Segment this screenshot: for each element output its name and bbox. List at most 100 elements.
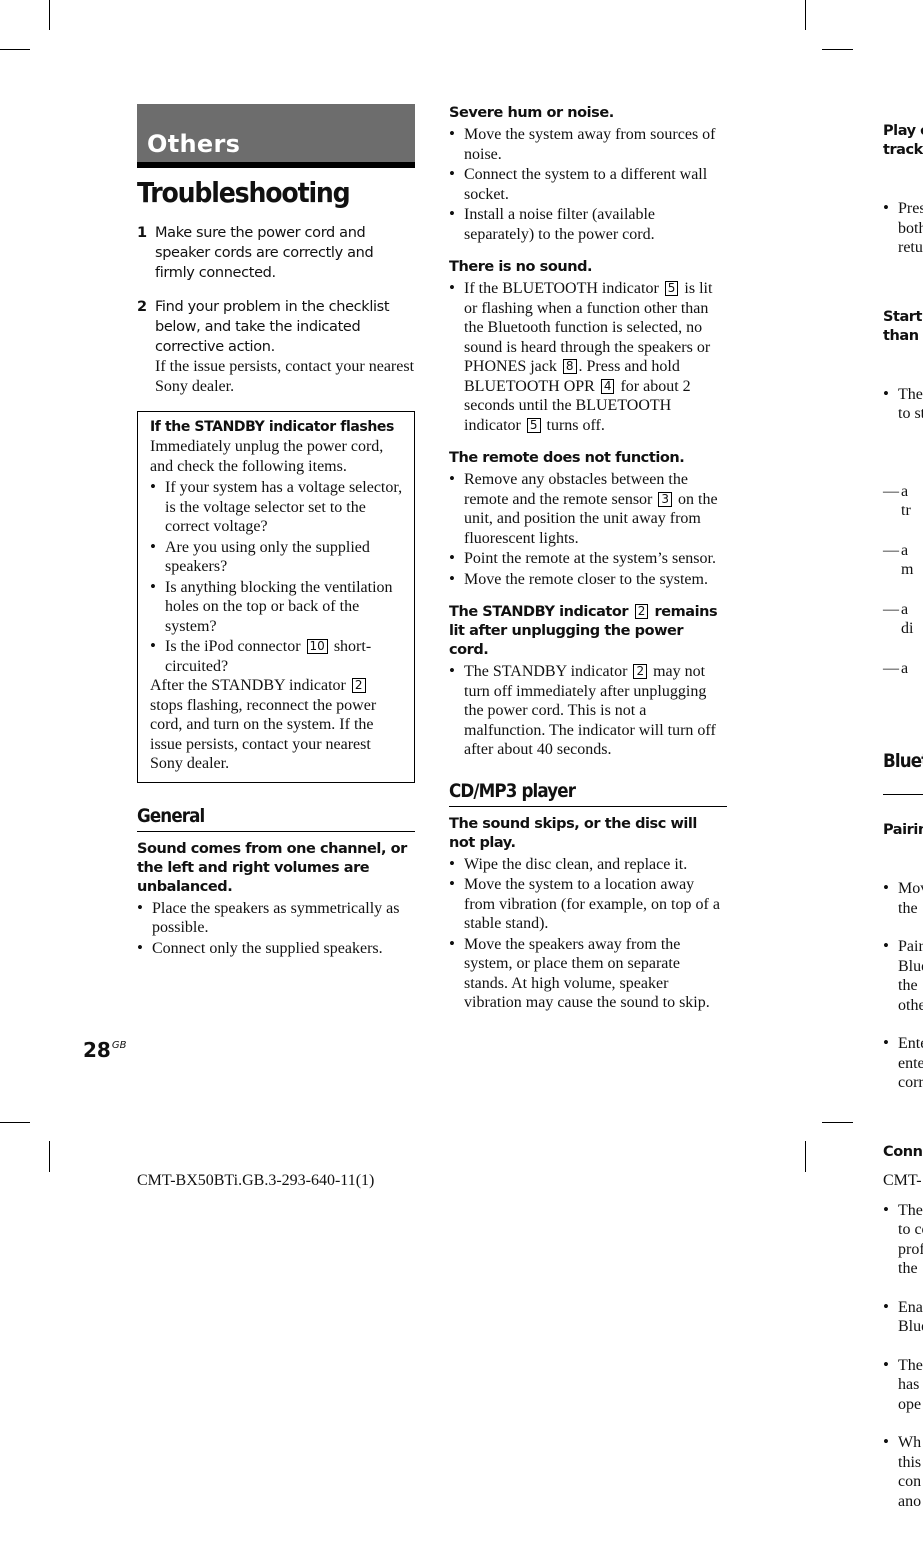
list-item: Install a noise filter (available separa… xyxy=(449,204,727,244)
reference-number: 5 xyxy=(664,281,679,296)
problem-heading: Play c track. xyxy=(883,123,923,158)
section-heading-general: General xyxy=(137,804,205,827)
page-number-value: 28 xyxy=(83,1038,111,1062)
item-text: Is the iPod connector xyxy=(165,638,305,655)
text: After the STANDBY indicator xyxy=(150,677,350,694)
solution-list: The STANDBY indicator 2 may not turn off… xyxy=(449,661,727,760)
text: If the BLUETOOTH indicator xyxy=(464,280,663,297)
step-text: Make sure the power cord and speaker cor… xyxy=(155,225,374,281)
document-code-next-page: CMT- xyxy=(883,1172,922,1189)
crop-mark xyxy=(49,0,50,30)
list-item: The to st xyxy=(883,384,923,424)
reference-number: 2 xyxy=(633,664,648,679)
problem-heading: The STANDBY indicator 2 remains lit afte… xyxy=(449,603,727,660)
step-note: If the issue persists, contact your near… xyxy=(155,358,415,395)
crop-mark xyxy=(822,49,853,50)
list-item: Pair Blue the othe xyxy=(883,936,923,1015)
document-code: CMT-BX50BTi.GB.3-293-640-11(1) xyxy=(137,1172,375,1189)
problem-heading: Severe hum or noise. xyxy=(449,105,614,121)
list-item: The STANDBY indicator 2 may not turn off… xyxy=(449,661,727,760)
box-title: If the STANDBY indicator flashes xyxy=(150,419,394,435)
text: Remove any obstacles between the remote … xyxy=(464,471,688,508)
reference-number: 2 xyxy=(634,604,648,619)
reference-number: 8 xyxy=(562,359,577,374)
page-number: 28GB xyxy=(83,1038,126,1062)
box-intro: Immediately unplug the power cord, and c… xyxy=(150,438,384,475)
list-item: Mov the xyxy=(883,878,923,918)
section-rule xyxy=(137,830,415,832)
problem-heading: Sound comes from one channel, or the lef… xyxy=(137,840,407,895)
list-item: Ente ente corr xyxy=(883,1033,923,1093)
problem-heading: Starti than t xyxy=(883,308,923,344)
section-heading-cd-mp3: CD/MP3 player xyxy=(449,779,576,802)
standby-flashes-box: If the STANDBY indicator flashes Immedia… xyxy=(137,411,415,783)
solution-list: Place the speakers as symmetrically as p… xyxy=(137,898,415,959)
step-1: 1 Make sure the power cord and speaker c… xyxy=(137,223,415,283)
step-text: Find your problem in the checklist below… xyxy=(155,299,390,355)
reference-number: 5 xyxy=(526,417,541,433)
crop-mark xyxy=(0,49,30,50)
step-number: 2 xyxy=(137,299,148,315)
column-left: Others Troubleshooting 1 Make sure the p… xyxy=(137,104,415,958)
solution-list: If the BLUETOOTH indicator 5 is lit or f… xyxy=(449,278,727,435)
list-item: a di xyxy=(883,600,923,639)
list-item: Place the speakers as symmetrically as p… xyxy=(137,898,415,938)
crop-mark xyxy=(805,1141,806,1172)
reference-number: 3 xyxy=(658,491,673,507)
list-item: Are you using only the supplied speakers… xyxy=(150,537,404,577)
chapter-tab-label: Others xyxy=(147,130,241,158)
reference-number: 2 xyxy=(351,678,366,693)
chapter-tab: Others xyxy=(137,104,415,168)
reference-number: 4 xyxy=(600,378,615,394)
dash-list: a tr a m a di a xyxy=(883,462,923,697)
solution-list: Wipe the disc clean, and replace it. Mov… xyxy=(449,854,727,1013)
list-item: Wh this con ano xyxy=(883,1432,923,1511)
text: The STANDBY indicator xyxy=(464,663,632,680)
solution-list: Move the system away from sources of noi… xyxy=(449,124,727,244)
page-title: Troubleshooting xyxy=(137,176,351,209)
list-item: If your system has a voltage selector, i… xyxy=(150,477,404,537)
text: stops flashing, reconnect the power cord… xyxy=(150,696,377,773)
section-heading-bluetooth: Bluet xyxy=(883,750,923,772)
section-rule xyxy=(449,805,727,807)
problem-heading: There is no sound. xyxy=(449,259,593,275)
list-item: The to co prof the xyxy=(883,1200,923,1279)
problem-heading: The remote does not function. xyxy=(449,450,685,466)
solution-list: Remove any obstacles between the remote … xyxy=(449,469,727,590)
list-item: Connect the system to a different wall s… xyxy=(449,164,727,204)
section-rule xyxy=(883,794,923,795)
list-item: If the BLUETOOTH indicator 5 is lit or f… xyxy=(449,278,727,435)
list-item: Connect only the supplied speakers. xyxy=(137,938,415,959)
text: turns off. xyxy=(542,416,605,434)
list-item: a tr xyxy=(883,482,923,521)
column-right-partial: Play c track. Pres both retu Starti than… xyxy=(883,104,923,1565)
list-item: Pres both retu xyxy=(883,198,923,258)
list-item: Is anything blocking the ventilation hol… xyxy=(150,577,404,637)
list-item: Remove any obstacles between the remote … xyxy=(449,469,727,548)
problem-heading: Conn xyxy=(883,1143,923,1160)
column-middle: Severe hum or noise. Move the system awa… xyxy=(449,104,727,1013)
crop-mark xyxy=(49,1141,50,1172)
solution-list: The to co prof the Ena Blue The has ope … xyxy=(883,1182,923,1530)
solution-list: Pres both retu xyxy=(883,180,923,276)
box-after-text: After the STANDBY indicator 2 stops flas… xyxy=(150,676,404,774)
problem-heading: Pairin xyxy=(883,822,923,838)
list-item: The has ope xyxy=(883,1355,923,1415)
list-item: Move the system away from sources of noi… xyxy=(449,124,727,164)
solution-list: The to st xyxy=(883,366,923,442)
list-item: Wipe the disc clean, and replace it. xyxy=(449,854,727,875)
list-item: Is the iPod connector 10 short-circuited… xyxy=(150,636,404,676)
crop-mark xyxy=(805,0,806,30)
solution-list: Mov the Pair Blue the othe Ente ente cor… xyxy=(883,860,923,1111)
list-item: a xyxy=(883,659,923,679)
page-language-suffix: GB xyxy=(111,1040,127,1051)
reference-number: 10 xyxy=(306,639,328,654)
list-item: a m xyxy=(883,541,923,580)
check-list: If your system has a voltage selector, i… xyxy=(150,477,404,676)
problem-heading: The sound skips, or the disc will not pl… xyxy=(449,815,697,851)
crop-mark xyxy=(0,1122,30,1123)
list-item: Point the remote at the system’s sensor. xyxy=(449,548,727,569)
list-item: Move the remote closer to the system. xyxy=(449,569,727,590)
crop-mark xyxy=(822,1122,853,1123)
list-item: Move the speakers away from the system, … xyxy=(449,934,727,1013)
